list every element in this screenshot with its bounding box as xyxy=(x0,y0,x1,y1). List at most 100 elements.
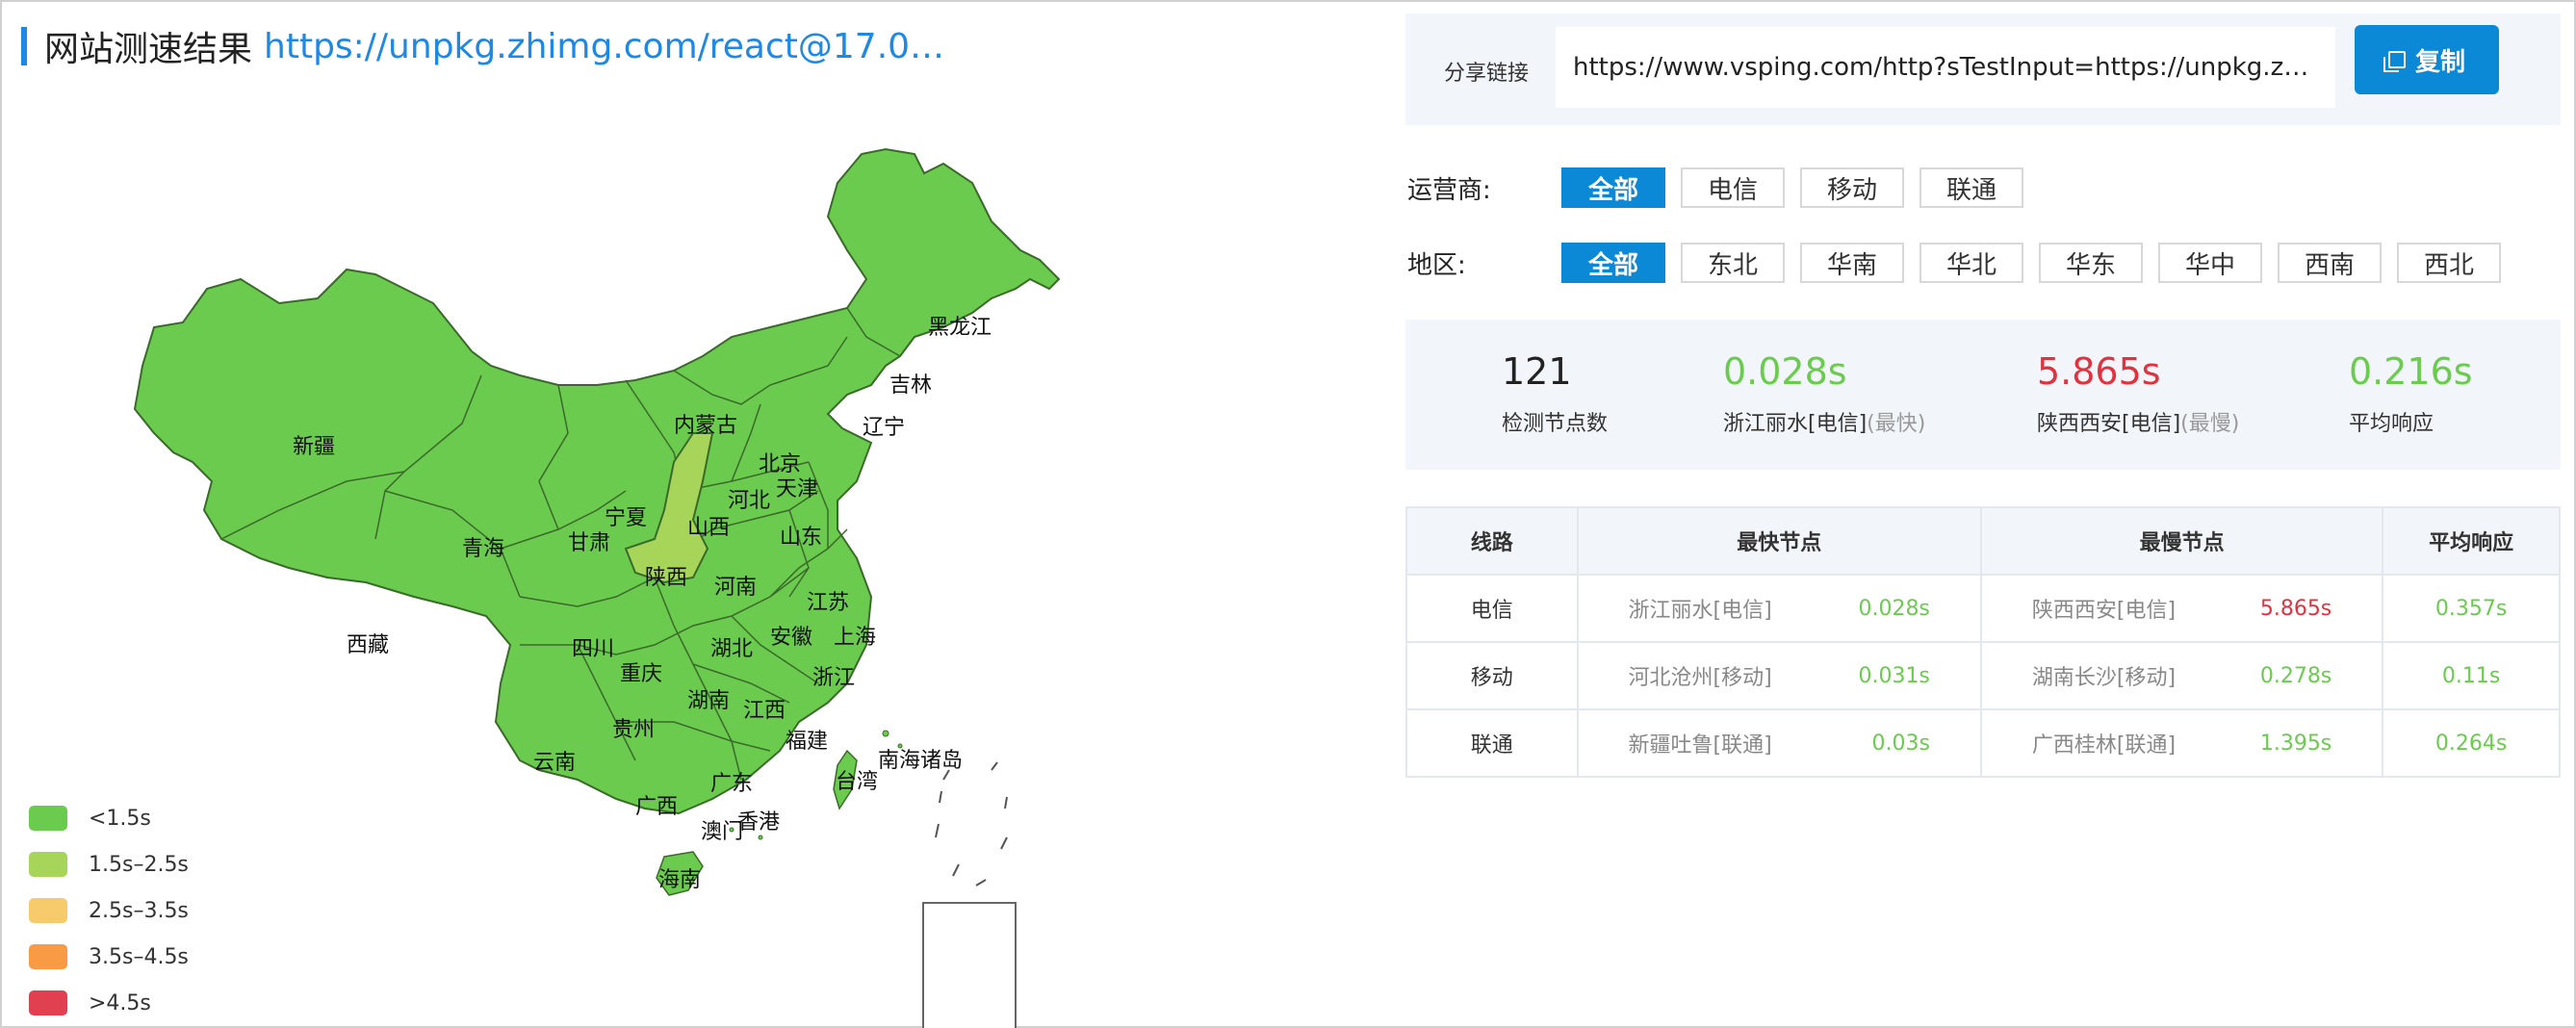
title-accent-bar xyxy=(21,27,27,65)
page-header: 网站测速结果 https://unpkg.zhimg.com/react@17.… xyxy=(21,21,944,71)
fast-node: 新疆吐鲁[联通] xyxy=(1628,733,1772,758)
china-mainland-shape[interactable] xyxy=(133,147,1061,815)
cell-fastest: 新疆吐鲁[联通] 0.03s xyxy=(1576,708,1982,778)
label-taiwan: 台湾 xyxy=(836,770,879,794)
share-link-panel: 分享链接 https://www.vsping.com/http?sTestIn… xyxy=(1405,13,2561,125)
stat-slowest-node: 陕西西安[电信] xyxy=(2037,412,2181,436)
label-hebei: 河北 xyxy=(728,489,771,513)
cell-line: 电信 xyxy=(1405,574,1579,643)
slow-node: 陕西西安[电信] xyxy=(2031,599,2177,623)
legend-item[interactable]: 1.5s–2.5s xyxy=(29,841,189,887)
legend-label: 1.5s–2.5s xyxy=(89,852,189,877)
region-chip-xibei[interactable]: 西北 xyxy=(2397,243,2501,283)
legend-label: 3.5s–4.5s xyxy=(89,944,189,969)
region-chip-huabei[interactable]: 华北 xyxy=(1919,243,2023,283)
stat-fastest-value: 0.028s xyxy=(1723,350,1847,393)
cell-slowest: 陕西西安[电信] 5.865s xyxy=(1979,574,2384,643)
stat-fastest-tag: (最快) xyxy=(1867,412,1926,436)
cell-average: 0.357s xyxy=(2382,574,2561,643)
region-chip-huadong[interactable]: 华东 xyxy=(2039,243,2143,283)
legend-swatch xyxy=(29,806,67,831)
col-header-line: 线路 xyxy=(1405,506,1579,576)
stat-fastest-label: 浙江丽水[电信](最快) xyxy=(1723,406,1925,437)
col-header-fastest: 最快节点 xyxy=(1576,506,1982,576)
isp-chip-mobile[interactable]: 移动 xyxy=(1800,167,1904,208)
fast-value: 0.028s xyxy=(1858,596,1930,621)
label-shandong: 山东 xyxy=(780,526,823,550)
slow-node: 湖南长沙[移动] xyxy=(2031,666,2177,690)
speed-legend: <1.5s 1.5s–2.5s 2.5s–3.5s 3.5s–4.5s >4.5… xyxy=(29,795,189,1026)
legend-swatch xyxy=(29,990,67,1015)
label-xinjiang: 新疆 xyxy=(293,435,336,459)
slow-node: 广西桂林[联通] xyxy=(2031,733,2177,758)
stat-node-count-value: 121 xyxy=(1502,350,1572,393)
label-liaoning: 辽宁 xyxy=(863,416,906,440)
copy-button[interactable]: 复制 xyxy=(2355,25,2499,94)
slow-value: 0.278s xyxy=(2259,663,2332,688)
label-tianjin: 天津 xyxy=(776,477,819,501)
stat-node-count: 121 检测节点数 xyxy=(1502,350,1608,437)
share-link-field[interactable]: https://www.vsping.com/http?sTestInput=h… xyxy=(1556,27,2335,108)
legend-item[interactable]: 2.5s–3.5s xyxy=(29,887,189,934)
label-guizhou: 贵州 xyxy=(612,718,656,742)
slow-value: 5.865s xyxy=(2259,596,2332,621)
line-results-table: 线路 最快节点 最慢节点 平均响应 电信 浙江丽水[电信] 0.028s 陕西西安… xyxy=(1405,506,2561,778)
cell-slowest: 广西桂林[联通] 1.395s xyxy=(1979,708,2384,778)
legend-item[interactable]: 3.5s–4.5s xyxy=(29,934,189,980)
label-neimenggu: 内蒙古 xyxy=(674,414,738,438)
fast-node: 浙江丽水[电信] xyxy=(1628,599,1772,623)
region-chip-huazhong[interactable]: 华中 xyxy=(2158,243,2262,283)
label-anhui: 安徽 xyxy=(770,626,813,650)
stat-average-value: 0.216s xyxy=(2349,350,2473,393)
cell-fastest: 浙江丽水[电信] 0.028s xyxy=(1576,574,1982,643)
cell-average: 0.264s xyxy=(2382,708,2561,778)
label-shaanxi: 陕西 xyxy=(645,566,688,590)
label-sichuan: 四川 xyxy=(572,637,615,661)
legend-swatch xyxy=(29,852,67,877)
label-guangxi: 广西 xyxy=(635,795,679,819)
region-chip-huanan[interactable]: 华南 xyxy=(1800,243,1904,283)
region-chip-dongbei[interactable]: 东北 xyxy=(1681,243,1785,283)
stat-slowest-tag: (最慢) xyxy=(2180,412,2240,436)
isp-chip-unicom[interactable]: 联通 xyxy=(1919,167,2023,208)
label-xizang: 西藏 xyxy=(347,633,390,657)
isp-filter-row: 运营商: 全部 电信 移动 联通 xyxy=(1407,167,2039,208)
label-jilin: 吉林 xyxy=(889,373,933,398)
isp-chip-telecom[interactable]: 电信 xyxy=(1681,167,1785,208)
tested-url-link[interactable]: https://unpkg.zhimg.com/react@17.0… xyxy=(264,27,944,66)
region-filter-row: 地区: 全部 东北 华南 华北 华东 华中 西南 西北 xyxy=(1407,243,2516,283)
page-title: 网站测速结果 xyxy=(44,30,253,69)
fast-value: 0.031s xyxy=(1858,663,1930,688)
summary-stats: 121 检测节点数 0.028s 浙江丽水[电信](最快) 5.865s 陕西西… xyxy=(1405,320,2561,470)
stat-fastest-node: 浙江丽水[电信] xyxy=(1723,412,1868,436)
slow-value: 1.395s xyxy=(2259,731,2332,756)
share-link-label: 分享链接 xyxy=(1444,62,1530,86)
table-row: 联通 新疆吐鲁[联通] 0.03s 广西桂林[联通] 1.395s 0.264s xyxy=(1405,708,2561,778)
region-chip-all[interactable]: 全部 xyxy=(1561,243,1665,283)
cell-average: 0.11s xyxy=(2382,641,2561,710)
legend-swatch xyxy=(29,944,67,969)
label-zhejiang: 浙江 xyxy=(812,666,856,690)
label-ningxia: 宁夏 xyxy=(605,506,648,530)
col-header-average: 平均响应 xyxy=(2382,506,2561,576)
label-qinghai: 青海 xyxy=(462,537,505,561)
label-shanxi: 山西 xyxy=(687,516,731,540)
label-hainan: 海南 xyxy=(658,868,702,892)
legend-item[interactable]: >4.5s xyxy=(29,980,189,1026)
label-aomen: 澳门 xyxy=(701,820,744,844)
cell-fastest: 河北沧州[移动] 0.031s xyxy=(1576,641,1982,710)
isp-filter-label: 运营商: xyxy=(1407,175,1491,205)
label-jiangxi: 江西 xyxy=(743,699,786,723)
label-hunan: 湖南 xyxy=(687,689,731,713)
region-chip-xinan[interactable]: 西南 xyxy=(2278,243,2382,283)
isp-chip-all[interactable]: 全部 xyxy=(1561,167,1665,208)
legend-item[interactable]: <1.5s xyxy=(29,795,189,841)
south-china-sea-inset xyxy=(922,902,1017,1028)
label-jiangsu: 江苏 xyxy=(807,591,850,615)
table-header-row: 线路 最快节点 最慢节点 平均响应 xyxy=(1405,506,2561,576)
fast-value: 0.03s xyxy=(1871,731,1930,756)
cell-line: 联通 xyxy=(1405,708,1579,778)
label-yunnan: 云南 xyxy=(533,751,577,775)
label-heilongjiang: 黑龙江 xyxy=(928,316,992,340)
stat-slowest-label: 陕西西安[电信](最慢) xyxy=(2037,406,2239,437)
